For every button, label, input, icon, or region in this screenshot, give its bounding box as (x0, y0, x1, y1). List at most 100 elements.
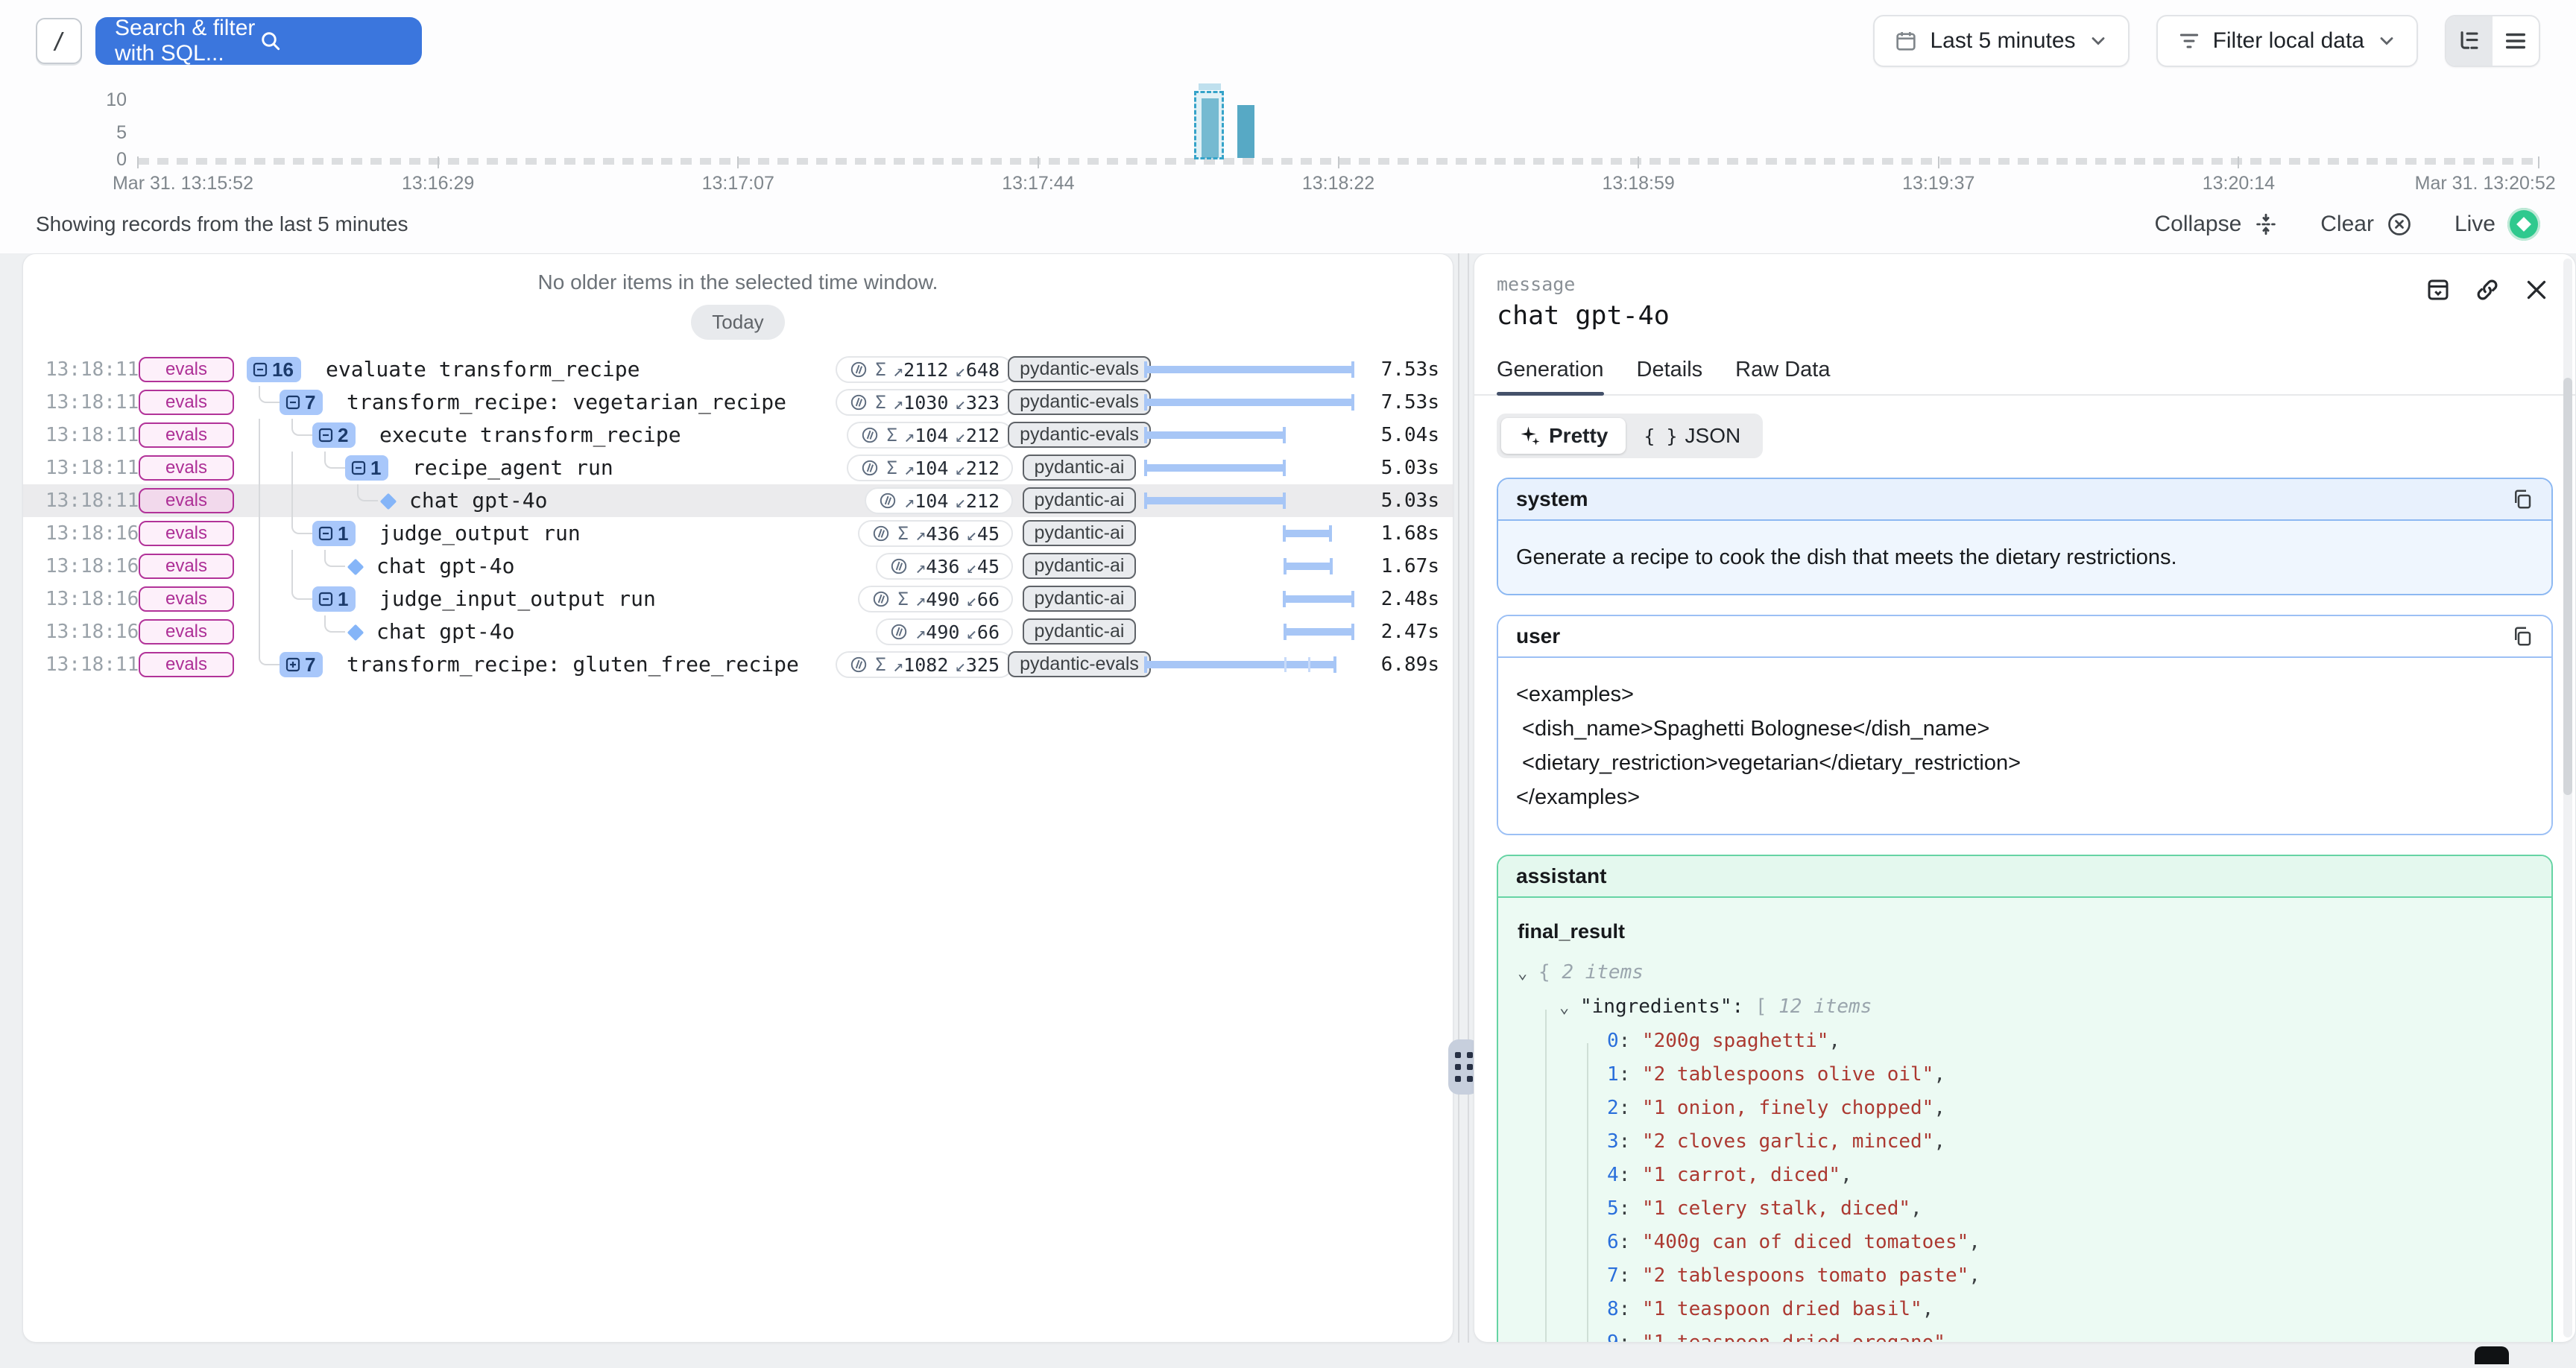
evals-badge[interactable]: evals (139, 488, 234, 513)
evals-badge[interactable]: evals (139, 390, 234, 415)
evals-badge[interactable]: evals (139, 554, 234, 579)
expand-collapse-badge[interactable]: 1 (312, 521, 356, 546)
trace-row[interactable]: 13:18:16evals1judge_output runΣ↗436↙45py… (23, 517, 1453, 550)
trace-row[interactable]: 13:18:16evals1judge_input_output runΣ↗49… (23, 583, 1453, 615)
y-axis-tick: 10 (97, 89, 127, 111)
trace-row[interactable]: 13:18:11evals2execute transform_recipeΣ↗… (23, 419, 1453, 452)
braces-icon: { } (1644, 425, 1677, 447)
collapse-label: Collapse (2155, 212, 2242, 237)
trace-row[interactable]: 13:18:11evalschat gpt-4o↗104↙212pydantic… (23, 484, 1453, 517)
trace-row[interactable]: 13:18:11evals7transform_recipe: gluten_f… (23, 648, 1453, 681)
x-axis-tick (2238, 156, 2239, 168)
copy-icon[interactable] (2511, 488, 2534, 510)
user-role-label: user (1516, 624, 1560, 648)
y-axis-tick: 5 (97, 122, 127, 144)
x-axis-label: 13:16:29 (402, 173, 474, 194)
duration-bar (1146, 484, 1353, 517)
span-name: chat gpt-4o (409, 484, 547, 517)
search-input[interactable]: Search & filter with SQL... (95, 17, 422, 65)
chevron-down-icon (2376, 31, 2397, 51)
collapse-button[interactable]: Collapse (2155, 212, 2279, 237)
tree-guide-line (259, 419, 260, 452)
json-array-line[interactable]: ⌄"ingredients": [ 12 items (1518, 990, 2532, 1025)
evals-badge[interactable]: evals (139, 652, 234, 677)
dev-tools-badge[interactable] (2475, 1346, 2509, 1364)
tree-elbow-line (324, 452, 345, 469)
tokens-coin-icon (878, 491, 897, 510)
minus-square-icon (317, 426, 335, 444)
tab-generation[interactable]: Generation (1497, 358, 1604, 394)
json-root-line[interactable]: ⌄{ 2 items (1518, 956, 2532, 990)
expand-collapse-badge[interactable]: 7 (280, 390, 323, 415)
histogram-bar[interactable] (1237, 105, 1254, 158)
expand-collapse-badge[interactable]: 2 (312, 422, 356, 448)
x-axis-tick (1038, 156, 1039, 168)
no-older-items-message: No older items in the selected time wind… (23, 254, 1453, 294)
trace-row[interactable]: 13:18:16evalschat gpt-4o↗490↙66pydantic-… (23, 615, 1453, 648)
row-timestamp: 13:18:11 (45, 386, 139, 419)
tab-raw-data[interactable]: Raw Data (1735, 358, 1830, 394)
detail-scrollbar[interactable] (2563, 259, 2572, 1337)
span-name: transform_recipe: gluten_free_recipe (347, 648, 799, 681)
search-icon (259, 29, 402, 53)
dock-panel-icon[interactable] (2425, 276, 2452, 303)
trace-row[interactable]: 13:18:11evals7transform_recipe: vegetari… (23, 386, 1453, 419)
row-timestamp: 13:18:11 (45, 452, 139, 484)
token-chip: Σ↗490↙66 (858, 586, 1013, 612)
duration-label: 5.03s (1335, 452, 1439, 484)
trace-row[interactable]: 13:18:11evals16evaluate transform_recipe… (23, 353, 1453, 386)
json-array-item: 1: "2 tablespoons olive oil", (1518, 1058, 2532, 1092)
tree-elbow-line (259, 386, 280, 403)
assistant-role-label: assistant (1516, 864, 1606, 888)
tokens-coin-icon (860, 425, 880, 445)
list-view-icon (2503, 28, 2528, 54)
pretty-json-toggle: Pretty { } JSON (1497, 414, 1763, 458)
plus-square-icon (284, 656, 302, 674)
expand-collapse-badge[interactable]: 16 (247, 357, 301, 382)
records-histogram[interactable]: 10 5 0 Mar 31. 13:15:5213:16:2913:17:071… (0, 82, 2576, 201)
x-axis-tick (438, 156, 439, 168)
tree-view-button[interactable] (2446, 16, 2493, 66)
today-pill[interactable]: Today (691, 305, 784, 340)
clear-button[interactable]: Clear (2320, 211, 2413, 238)
sparkle-icon (1519, 425, 1541, 447)
collapse-icon (2253, 212, 2279, 237)
list-view-button[interactable] (2493, 16, 2539, 66)
expand-collapse-badge[interactable]: 7 (280, 652, 323, 677)
trace-row[interactable]: 13:18:16evalschat gpt-4o↗436↙45pydantic-… (23, 550, 1453, 583)
sigma-icon: Σ (886, 457, 897, 478)
json-view-button[interactable]: { } JSON (1626, 418, 1758, 454)
sigma-icon: Σ (897, 589, 908, 609)
chart-plot-area[interactable]: Mar 31. 13:15:5213:16:2913:17:0713:17:44… (138, 82, 2539, 201)
assistant-message-box: assistant final_result ⌄{ 2 items⌄"ingre… (1497, 855, 2553, 1343)
x-axis-label: 13:17:07 (702, 173, 774, 194)
tree-elbow-line (291, 419, 312, 436)
tag-chip: pydantic-ai (1023, 586, 1135, 612)
row-timestamp: 13:18:16 (45, 615, 139, 648)
close-icon[interactable] (2523, 276, 2550, 303)
evals-badge[interactable]: evals (139, 521, 234, 546)
evals-badge[interactable]: evals (139, 422, 234, 448)
tokens-coin-icon (849, 655, 868, 674)
duration-bar (1146, 353, 1353, 386)
clear-icon (2386, 211, 2413, 238)
time-range-dropdown[interactable]: Last 5 minutes (1873, 15, 2129, 67)
duration-label: 5.04s (1335, 419, 1439, 452)
evals-badge[interactable]: evals (139, 619, 234, 645)
evals-badge[interactable]: evals (139, 455, 234, 481)
pretty-view-button[interactable]: Pretty (1501, 418, 1626, 454)
system-message-text: Generate a recipe to cook the dish that … (1498, 521, 2551, 594)
trace-row[interactable]: 13:18:11evals1recipe_agent runΣ↗104↙212p… (23, 452, 1453, 484)
copy-icon[interactable] (2511, 625, 2534, 647)
slash-key-hint: / (36, 18, 82, 64)
tab-details[interactable]: Details (1637, 358, 1703, 394)
tag-chip: pydantic-ai (1023, 618, 1135, 645)
expand-collapse-badge[interactable]: 1 (345, 455, 388, 481)
copy-link-icon[interactable] (2474, 276, 2501, 303)
filter-local-data-dropdown[interactable]: Filter local data (2156, 15, 2418, 67)
expand-collapse-badge[interactable]: 1 (312, 586, 356, 612)
live-toggle[interactable]: Live (2455, 208, 2540, 241)
evals-badge[interactable]: evals (139, 357, 234, 382)
tree-guide-line (291, 484, 293, 517)
evals-badge[interactable]: evals (139, 586, 234, 612)
